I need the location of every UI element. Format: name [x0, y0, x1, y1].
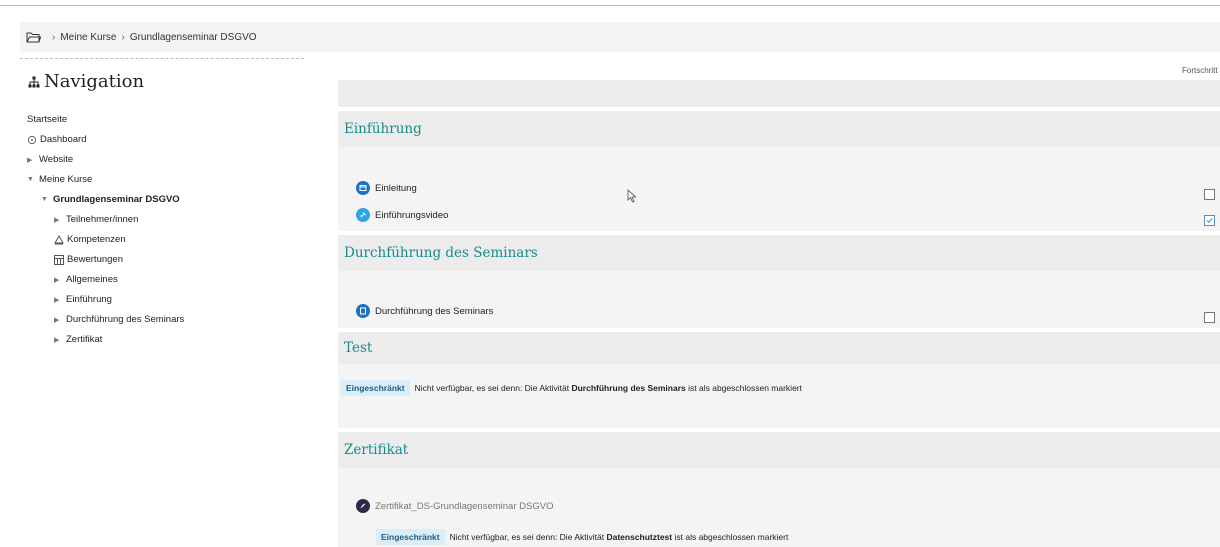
nav-item-website[interactable]: ▶ Website [27, 154, 73, 165]
navigation-block: Navigation [20, 58, 304, 92]
nav-item-label: Teilnehmer/innen [66, 214, 139, 225]
restriction-text: Nicht verfügbar, es sei denn: Die Aktivi… [414, 383, 570, 393]
nav-item-label: Grundlagenseminar DSGVO [53, 194, 180, 205]
activity-einfuehrungsvideo[interactable]: Einführungsvideo [356, 208, 448, 222]
header-accent-line [0, 5, 1220, 6]
breadcrumb-item-meine-kurse[interactable]: Meine Kurse [60, 32, 116, 43]
mouse-cursor-icon [627, 189, 637, 203]
progress-label: Fortschritt [1182, 66, 1218, 75]
nav-item-allgemeines[interactable]: ▶ Allgemeines [54, 274, 118, 285]
nav-item-label: Kompetenzen [67, 234, 126, 245]
section-title[interactable]: Einführung [338, 111, 1220, 147]
dashboard-icon [27, 135, 37, 144]
table-icon [54, 254, 64, 265]
activity-label: Zertifikat_DS-Grundlagenseminar DSGVO [375, 500, 554, 512]
restricted-badge: Eingeschränkt [341, 380, 410, 396]
nav-item-zertifikat[interactable]: ▶ Zertifikat [54, 334, 102, 345]
caret-right-icon: ▶ [54, 276, 60, 284]
activity-label: Durchführung des Seminars [375, 305, 494, 317]
nav-item-kompetenzen[interactable]: Kompetenzen [54, 234, 126, 245]
breadcrumb-separator: › [121, 31, 125, 43]
nav-item-label: Bewertungen [67, 254, 123, 265]
section-test: Test Eingeschränkt Nicht verfügbar, es s… [338, 332, 1220, 428]
breadcrumb-separator: › [52, 31, 56, 43]
completion-checkbox[interactable] [1204, 189, 1215, 200]
section-zertifikat: Zertifikat Zertifikat_DS-Grundlagensemin… [338, 432, 1220, 547]
nav-item-label: Zertifikat [66, 334, 103, 345]
page-icon [356, 181, 370, 195]
restriction-activity-link[interactable]: Durchführung des Seminars [571, 383, 685, 393]
section-durchfuehrung: Durchführung des Seminars Durchführung d… [338, 235, 1220, 328]
section-title[interactable]: Durchführung des Seminars [338, 235, 1220, 271]
section-title-text: Durchführung des Seminars [344, 245, 538, 261]
activity-label: Einleitung [375, 182, 417, 194]
nav-item-label: Meine Kurse [39, 174, 93, 185]
nav-item-label: Einführung [66, 294, 112, 305]
completion-checkbox[interactable] [1204, 312, 1215, 323]
restricted-badge: Eingeschränkt [376, 529, 445, 545]
certificate-icon [356, 499, 370, 513]
nav-item-durchfuehrung[interactable]: ▶ Durchführung des Seminars [54, 314, 184, 325]
caret-down-icon: ▼ [27, 176, 34, 183]
breadcrumb-item-course[interactable]: Grundlagenseminar DSGVO [130, 32, 257, 43]
activity-durchfuehrung[interactable]: Durchführung des Seminars [356, 304, 493, 318]
caret-right-icon: ▶ [54, 296, 60, 304]
section-title-text: Einführung [344, 121, 422, 137]
nav-item-meine-kurse[interactable]: ▼ Meine Kurse [27, 174, 92, 185]
restriction-text: ist als abgeschlossen markiert [674, 532, 789, 542]
nav-item-label: Durchführung des Seminars [66, 314, 185, 325]
competency-icon [54, 234, 64, 244]
activity-zertifikat[interactable]: Zertifikat_DS-Grundlagenseminar DSGVO [356, 499, 553, 513]
nav-item-label: Startseite [27, 114, 68, 125]
nav-item-label: Website [39, 154, 74, 165]
section-title-text: Zertifikat [344, 442, 409, 458]
activity-label: Einführungsvideo [375, 209, 449, 221]
sitemap-icon [28, 76, 40, 87]
restriction-text: Nicht verfügbar, es sei denn: Die Aktivi… [449, 532, 605, 542]
link-icon [356, 208, 370, 222]
section-title[interactable]: Test [338, 332, 1220, 364]
caret-right-icon: ▶ [27, 156, 33, 164]
caret-right-icon: ▶ [54, 336, 60, 344]
nav-item-dashboard[interactable]: Dashboard [27, 134, 86, 145]
nav-item-bewertungen[interactable]: Bewertungen [54, 254, 123, 265]
restriction-text: ist als abgeschlossen markiert [688, 383, 802, 393]
activity-einleitung[interactable]: Einleitung [356, 181, 417, 195]
checkmark-icon [1206, 218, 1213, 224]
restriction-info: Eingeschränkt Nicht verfügbar, es sei de… [341, 380, 802, 396]
divider [20, 58, 304, 59]
section-einfuehrung: Einführung Einleitung Einführungsvideo [338, 111, 1220, 231]
nav-item-course[interactable]: ▼ Grundlagenseminar DSGVO [41, 194, 180, 205]
section-general [338, 80, 1220, 107]
section-title[interactable]: Zertifikat [338, 432, 1220, 468]
caret-right-icon: ▶ [54, 316, 60, 324]
caret-right-icon: ▶ [54, 216, 60, 224]
section-title-text: Test [344, 340, 373, 356]
breadcrumb: › Meine Kurse › Grundlagenseminar DSGVO [20, 22, 1220, 52]
caret-down-icon: ▼ [41, 196, 48, 203]
restriction-info: Eingeschränkt Nicht verfügbar, es sei de… [376, 529, 788, 545]
nav-item-startseite[interactable]: Startseite [27, 114, 67, 125]
assignment-icon [356, 304, 370, 318]
navigation-title-text: Navigation [44, 71, 145, 92]
nav-item-teilnehmer[interactable]: ▶ Teilnehmer/innen [54, 214, 138, 225]
nav-item-label: Dashboard [40, 134, 87, 145]
restriction-activity-link[interactable]: Datenschutztest [606, 532, 672, 542]
completion-checkbox-checked[interactable] [1204, 215, 1215, 226]
navigation-title: Navigation [28, 71, 304, 92]
folder-icon[interactable] [26, 31, 41, 43]
nav-item-einfuehrung[interactable]: ▶ Einführung [54, 294, 112, 305]
nav-item-label: Allgemeines [66, 274, 118, 285]
